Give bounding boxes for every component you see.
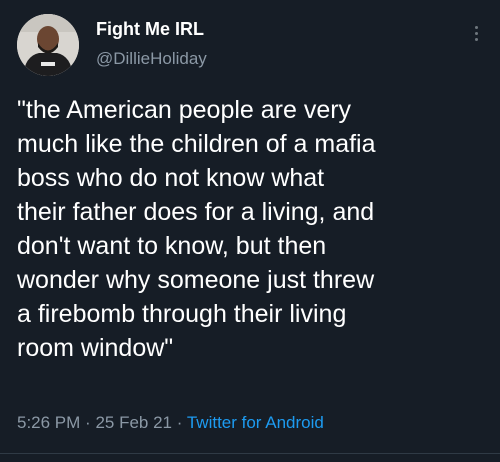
display-name[interactable]: Fight Me IRL	[96, 19, 204, 40]
avatar-image	[17, 14, 79, 76]
tweet-time[interactable]: 5:26 PM	[17, 413, 80, 432]
more-dot	[474, 37, 478, 41]
meta-separator: ·	[85, 413, 91, 432]
more-dot	[474, 31, 478, 35]
tweet-text-line: room window"	[17, 334, 174, 362]
tweet-text-line: wonder why someone just threw	[17, 266, 375, 294]
tweet-card[interactable]: Fight Me IRL @DillieHoliday "the America…	[0, 0, 500, 462]
tweet-text-line: "the American people are very	[17, 96, 352, 124]
tweet-text-line: boss who do not know what	[17, 164, 325, 192]
more-dot	[474, 25, 478, 29]
tweet-text-line: their father does for a living, and	[17, 198, 375, 226]
tweet-meta: 5:26 PM · 25 Feb 21 · Twitter for Androi…	[17, 413, 324, 433]
tweet-text-line: much like the children of a mafia	[17, 130, 376, 158]
tweet-text-line: a firebomb through their living	[17, 300, 347, 328]
tweet-source-link[interactable]: Twitter for Android	[187, 413, 324, 432]
tweet-text-line: don't want to know, but then	[17, 232, 327, 260]
meta-separator: ·	[176, 413, 183, 432]
tweet-date[interactable]: 25 Feb 21	[95, 413, 172, 432]
user-handle[interactable]: @DillieHoliday	[96, 49, 207, 69]
divider	[0, 453, 500, 454]
more-vertical-icon[interactable]	[470, 18, 482, 48]
tweet-text: "the American people are very much like …	[17, 93, 487, 365]
avatar[interactable]	[17, 14, 79, 76]
